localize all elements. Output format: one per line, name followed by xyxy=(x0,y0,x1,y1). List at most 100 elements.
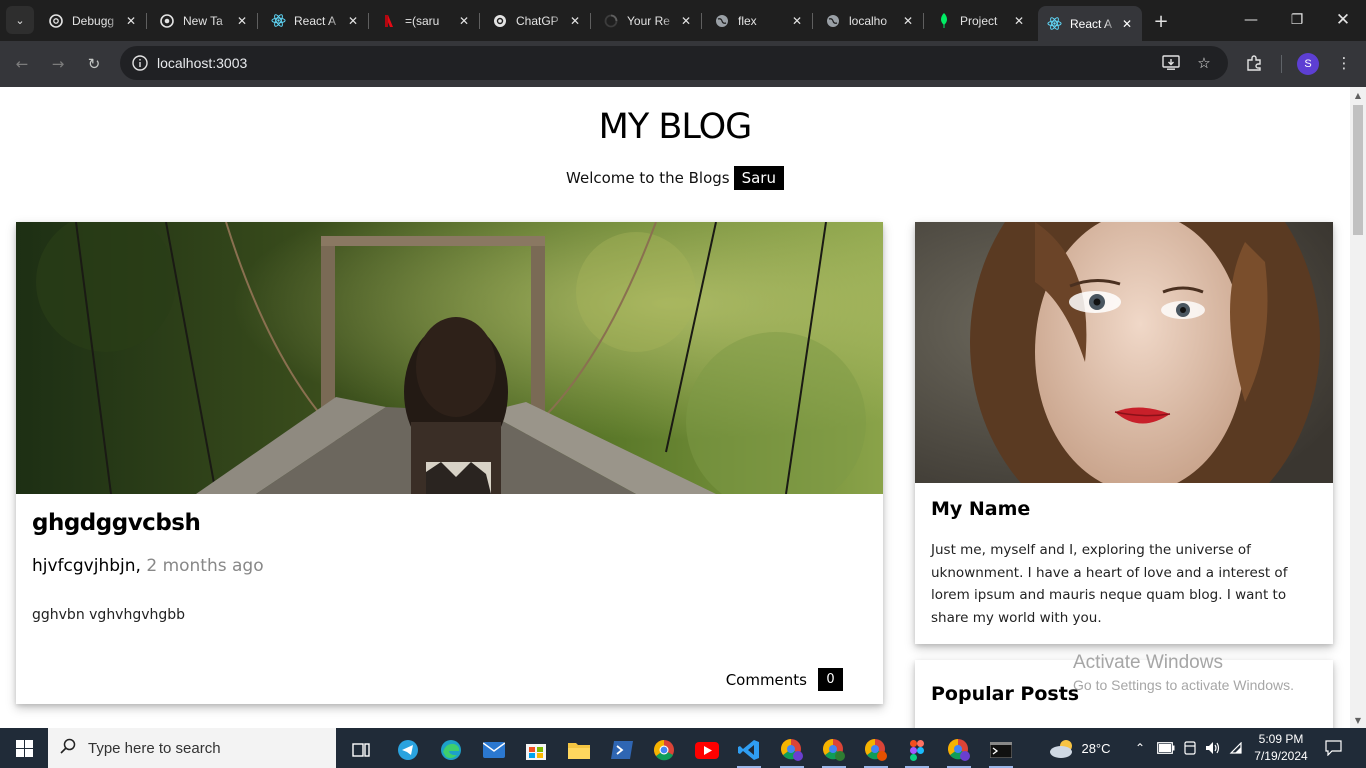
close-icon[interactable]: ✕ xyxy=(455,12,473,30)
bookmark-star-icon[interactable]: ☆ xyxy=(1193,53,1215,73)
tab-label: =(saru xyxy=(405,13,440,28)
browser-tab[interactable]: New Ta ✕ xyxy=(151,6,257,35)
address-bar[interactable]: localhost:3003 ☆ xyxy=(120,46,1228,80)
windows-logo-icon xyxy=(15,739,33,757)
chrome-icon[interactable] xyxy=(646,732,682,768)
tab-label: Debugg xyxy=(72,13,115,28)
more-menu-icon[interactable]: ⋮ xyxy=(1332,51,1356,75)
restore-button[interactable]: ❐ xyxy=(1274,0,1320,40)
tab-divider xyxy=(812,13,813,29)
chevron-up-icon[interactable]: ⌃ xyxy=(1131,728,1149,768)
tab-divider xyxy=(257,13,258,29)
globe-icon xyxy=(714,13,730,29)
close-icon[interactable]: ✕ xyxy=(788,12,806,30)
close-icon[interactable]: ✕ xyxy=(344,12,362,30)
welcome-text: Welcome to the Blogs xyxy=(566,169,730,187)
tab-divider xyxy=(479,13,480,29)
battery-icon[interactable] xyxy=(1155,728,1177,768)
browser-tab-active[interactable]: React A ✕ xyxy=(1038,6,1142,41)
mail-icon[interactable] xyxy=(476,732,512,768)
chrome-icon xyxy=(159,13,175,29)
minimize-button[interactable]: — xyxy=(1228,0,1274,40)
chrome-profile-icon[interactable] xyxy=(941,732,977,768)
close-icon[interactable]: ✕ xyxy=(566,12,584,30)
react-icon xyxy=(270,13,286,29)
chrome-profile-icon[interactable] xyxy=(858,732,894,768)
reload-button[interactable]: ↻ xyxy=(80,50,108,78)
edge-icon[interactable] xyxy=(433,732,469,768)
volume-icon[interactable] xyxy=(1203,728,1223,768)
comments-button[interactable]: Comments 0 xyxy=(726,668,843,691)
blog-title: MY BLOG xyxy=(598,107,753,147)
reload-icon: ↻ xyxy=(87,55,101,73)
profile-avatar[interactable]: S xyxy=(1297,53,1319,75)
vscode-icon[interactable] xyxy=(731,732,767,768)
file-explorer-icon[interactable] xyxy=(561,732,597,768)
browser-tab[interactable]: Project ✕ xyxy=(928,6,1034,35)
task-view-icon[interactable] xyxy=(343,732,379,768)
post-meta: hjvfcgvjhbjn, 2 months ago xyxy=(32,556,264,576)
loading-icon xyxy=(603,13,619,29)
install-app-icon[interactable] xyxy=(1160,53,1182,73)
close-icon[interactable]: ✕ xyxy=(677,12,695,30)
youtube-icon[interactable] xyxy=(689,732,725,768)
close-icon[interactable]: ✕ xyxy=(122,12,140,30)
forward-button[interactable]: → xyxy=(44,50,72,78)
close-icon[interactable]: ✕ xyxy=(1010,12,1028,30)
url-text[interactable]: localhost:3003 xyxy=(157,55,247,71)
chrome-profile-icon[interactable] xyxy=(816,732,852,768)
temperature-text: 28°C xyxy=(1081,740,1111,756)
close-icon[interactable]: ✕ xyxy=(899,12,917,30)
post-image xyxy=(16,222,883,494)
scroll-down-arrow-icon[interactable]: ▼ xyxy=(1350,712,1366,728)
back-button[interactable]: ← xyxy=(8,50,36,78)
chatgpt-icon xyxy=(492,13,508,29)
post-time: 2 months ago xyxy=(146,556,264,576)
figma-icon[interactable] xyxy=(899,732,935,768)
browser-tab[interactable]: =(saru ✕ xyxy=(373,6,479,35)
tab-label: localho xyxy=(849,13,888,28)
site-info-icon[interactable] xyxy=(130,53,150,73)
post-author: hjvfcgvjhbjn, xyxy=(32,556,141,576)
start-button[interactable] xyxy=(0,728,48,768)
tab-search-button[interactable]: ⌄ xyxy=(6,6,34,34)
browser-tab[interactable]: Your Re ✕ xyxy=(595,6,701,35)
close-window-button[interactable]: ✕ xyxy=(1320,0,1366,40)
browser-tab[interactable]: ChatGP ✕ xyxy=(484,6,590,35)
close-icon[interactable]: ✕ xyxy=(233,12,251,30)
browser-tab[interactable]: React A ✕ xyxy=(262,6,368,35)
wifi-icon[interactable] xyxy=(1226,728,1244,768)
tab-label: ChatGP xyxy=(516,13,559,28)
browser-tab[interactable]: localho ✕ xyxy=(817,6,923,35)
browser-tab[interactable]: flex ✕ xyxy=(706,6,812,35)
app-icon xyxy=(381,13,397,29)
browser-tab[interactable]: Debugg ✕ xyxy=(40,6,146,35)
powershell-icon[interactable] xyxy=(604,732,640,768)
close-icon[interactable]: ✕ xyxy=(1118,15,1136,33)
store-icon[interactable] xyxy=(518,732,554,768)
taskbar-search[interactable]: Type here to search xyxy=(48,728,336,768)
new-tab-button[interactable]: + xyxy=(1150,10,1172,32)
search-placeholder: Type here to search xyxy=(88,739,221,757)
tab-label: React A xyxy=(1070,16,1113,31)
device-icon[interactable] xyxy=(1180,728,1200,768)
telegram-icon[interactable] xyxy=(390,732,426,768)
page-viewport: MY BLOG Welcome to the Blogs Saru ghgdgg… xyxy=(0,87,1350,728)
scroll-up-arrow-icon[interactable]: ▲ xyxy=(1350,87,1366,103)
tab-divider xyxy=(923,13,924,29)
tab-label: Project xyxy=(960,13,998,28)
taskbar-clock[interactable]: 5:09 PM 7/19/2024 xyxy=(1244,731,1318,765)
clock-date: 7/19/2024 xyxy=(1254,749,1308,763)
clock-time: 5:09 PM xyxy=(1258,732,1304,746)
page-scrollbar[interactable]: ▲ ▼ xyxy=(1350,87,1366,728)
notification-icon[interactable] xyxy=(1320,728,1346,768)
chrome-profile-icon[interactable] xyxy=(774,732,810,768)
weather-widget[interactable]: 28°C xyxy=(1045,728,1115,768)
extensions-icon[interactable] xyxy=(1242,51,1266,75)
post-title[interactable]: ghgdggvcbsh xyxy=(32,510,201,536)
chevron-down-icon: ⌄ xyxy=(15,13,25,27)
toolbar-divider xyxy=(1281,55,1282,73)
terminal-icon[interactable] xyxy=(983,732,1019,768)
react-icon xyxy=(1046,16,1062,32)
scroll-thumb[interactable] xyxy=(1353,105,1363,235)
